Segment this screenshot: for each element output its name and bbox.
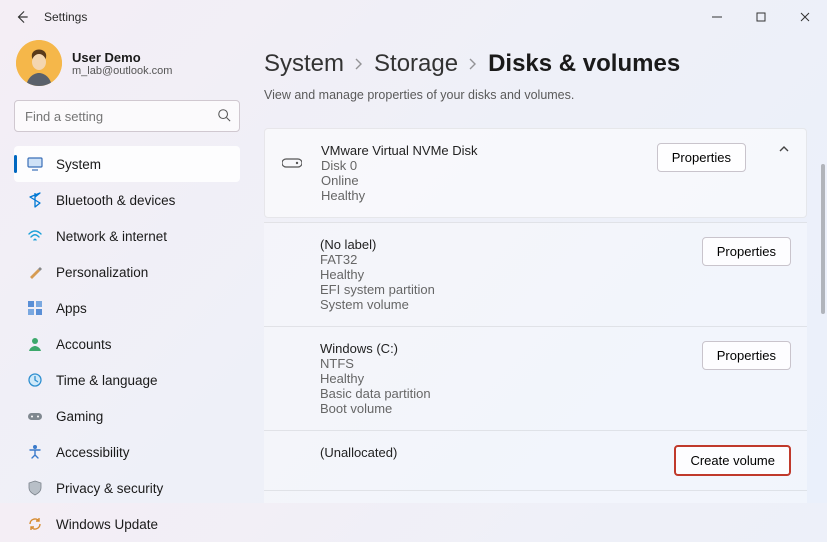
partition-title: (Unallocated) [320,445,656,460]
sidebar-item-label: Time & language [56,373,158,388]
partition-row[interactable]: (No label) FAT32 Healthy EFI system part… [264,222,807,326]
sidebar: User Demo m_lab@outlook.com System Bluet… [0,34,250,503]
sidebar-item-accessibility[interactable]: Accessibility [14,434,240,470]
sidebar-item-network[interactable]: Network & internet [14,218,240,254]
disk-line: Healthy [321,188,639,203]
partition-line: Boot volume [320,401,684,416]
partition-line: NTFS [320,356,684,371]
sidebar-item-label: Network & internet [56,229,167,244]
partition-line: Basic data partition [320,386,684,401]
main-content: System Storage Disks & volumes View and … [250,34,827,503]
chevron-right-icon [468,50,478,78]
back-button[interactable] [12,7,32,27]
sidebar-item-privacy[interactable]: Privacy & security [14,470,240,506]
properties-button[interactable]: Properties [702,237,791,266]
avatar [16,40,62,86]
minimize-button[interactable] [695,0,739,34]
search-input[interactable] [14,100,240,132]
maximize-button[interactable] [739,0,783,34]
gaming-icon [26,407,44,425]
close-button[interactable] [783,0,827,34]
apps-icon [26,299,44,317]
page-subtitle: View and manage properties of your disks… [264,88,807,102]
partition-line: System volume [320,297,684,312]
disk-icon [281,143,303,169]
update-icon [26,515,44,533]
sidebar-item-gaming[interactable]: Gaming [14,398,240,434]
sidebar-item-label: Gaming [56,409,103,424]
sidebar-item-label: Privacy & security [56,481,163,496]
partition-line: FAT32 [320,252,684,267]
sidebar-item-personalization[interactable]: Personalization [14,254,240,290]
disk-row[interactable]: VMware Virtual NVMe Disk Disk 0 Online H… [264,128,807,218]
sidebar-item-label: Personalization [56,265,148,280]
partition-row-unallocated[interactable]: (Unallocated) Create volume [264,430,807,490]
sidebar-item-system[interactable]: System [14,146,240,182]
chevron-up-icon[interactable] [778,143,790,158]
scrollbar[interactable] [821,164,825,314]
partition-line: EFI system partition [320,282,684,297]
window-title: Settings [44,10,87,24]
sidebar-item-label: Accessibility [56,445,130,460]
shield-icon [26,479,44,497]
breadcrumb-item[interactable]: Storage [374,50,458,78]
sidebar-item-bluetooth[interactable]: Bluetooth & devices [14,182,240,218]
person-icon [26,335,44,353]
sidebar-item-time[interactable]: Time & language [14,362,240,398]
partition-title: (No label) [320,237,684,252]
sidebar-item-label: Apps [56,301,87,316]
sidebar-item-label: Accounts [56,337,112,352]
properties-button[interactable]: Properties [702,341,791,370]
system-icon [26,155,44,173]
title-bar: Settings [0,0,827,34]
bluetooth-icon [26,191,44,209]
partition-row[interactable]: (No label) NTFS Healthy Microsoft recove… [264,490,807,503]
sidebar-item-label: System [56,157,101,172]
sidebar-item-label: Windows Update [56,517,158,532]
disk-title: VMware Virtual NVMe Disk [321,143,639,158]
sidebar-item-accounts[interactable]: Accounts [14,326,240,362]
user-email: m_lab@outlook.com [72,65,172,77]
sidebar-item-label: Bluetooth & devices [56,193,175,208]
sidebar-item-update[interactable]: Windows Update [14,506,240,542]
accessibility-icon [26,443,44,461]
partition-line: Healthy [320,371,684,386]
partition-row[interactable]: Windows (C:) NTFS Healthy Basic data par… [264,326,807,430]
partition-line: Healthy [320,267,684,282]
breadcrumb: System Storage Disks & volumes [264,50,807,78]
paint-icon [26,263,44,281]
clock-icon [26,371,44,389]
breadcrumb-current: Disks & volumes [488,50,680,78]
chevron-right-icon [354,50,364,78]
breadcrumb-item[interactable]: System [264,50,344,78]
partition-title: Windows (C:) [320,341,684,356]
search-icon [217,108,231,125]
properties-button[interactable]: Properties [657,143,746,172]
disk-line: Disk 0 [321,158,639,173]
user-name: User Demo [72,50,172,65]
disk-line: Online [321,173,639,188]
user-card[interactable]: User Demo m_lab@outlook.com [14,40,240,86]
create-volume-button[interactable]: Create volume [674,445,791,476]
wifi-icon [26,227,44,245]
sidebar-item-apps[interactable]: Apps [14,290,240,326]
